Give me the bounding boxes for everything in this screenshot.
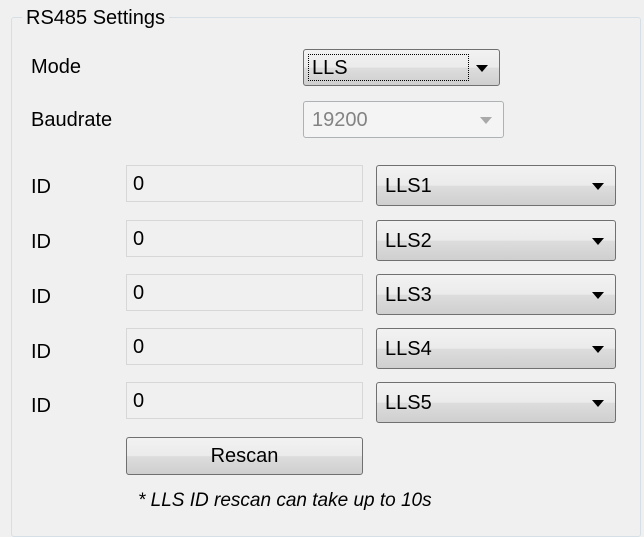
id-label: ID xyxy=(31,395,51,417)
lls-sensor-dropdown[interactable]: LLS3 xyxy=(376,274,616,315)
id-input-value: 0 xyxy=(133,335,145,358)
lls-sensor-dropdown-value: LLS1 xyxy=(385,174,432,197)
id-label: ID xyxy=(31,286,51,308)
id-label: ID xyxy=(31,231,51,253)
lls-sensor-dropdown[interactable]: LLS2 xyxy=(376,220,616,261)
mode-dropdown[interactable]: LLS xyxy=(303,49,500,86)
lls-sensor-dropdown-value: LLS5 xyxy=(385,391,432,414)
rescan-note: * LLS ID rescan can take up to 10s xyxy=(138,490,432,511)
id-input-value: 0 xyxy=(133,172,145,195)
lls-sensor-dropdown[interactable]: LLS4 xyxy=(376,328,616,369)
chevron-down-icon xyxy=(592,182,604,190)
id-input[interactable]: 0 xyxy=(126,220,363,257)
chevron-down-icon xyxy=(592,399,604,407)
rescan-button[interactable]: Rescan xyxy=(126,437,363,475)
focus-rectangle xyxy=(308,54,469,81)
id-label: ID xyxy=(31,176,51,198)
chevron-down-icon xyxy=(480,116,492,124)
id-input[interactable]: 0 xyxy=(126,328,363,365)
lls-sensor-dropdown-value: LLS3 xyxy=(385,283,432,306)
mode-label: Mode xyxy=(31,56,82,78)
baudrate-label: Baudrate xyxy=(31,109,113,131)
group-title: RS485 Settings xyxy=(22,6,169,30)
id-input-value: 0 xyxy=(133,281,145,304)
chevron-down-icon xyxy=(592,291,604,299)
chevron-down-icon xyxy=(476,64,488,72)
chevron-down-icon xyxy=(592,237,604,245)
id-input[interactable]: 0 xyxy=(126,382,363,419)
chevron-down-icon xyxy=(592,345,604,353)
id-input-value: 0 xyxy=(133,389,145,412)
lls-sensor-dropdown[interactable]: LLS1 xyxy=(376,165,616,206)
id-input-value: 0 xyxy=(133,227,145,250)
id-input[interactable]: 0 xyxy=(126,274,363,311)
baudrate-dropdown-value: 19200 xyxy=(312,108,368,131)
lls-sensor-dropdown-value: LLS2 xyxy=(385,229,432,252)
lls-sensor-dropdown[interactable]: LLS5 xyxy=(376,382,616,423)
id-input[interactable]: 0 xyxy=(126,165,363,202)
id-label: ID xyxy=(31,341,51,363)
baudrate-dropdown: 19200 xyxy=(303,101,504,138)
lls-sensor-dropdown-value: LLS4 xyxy=(385,337,432,360)
